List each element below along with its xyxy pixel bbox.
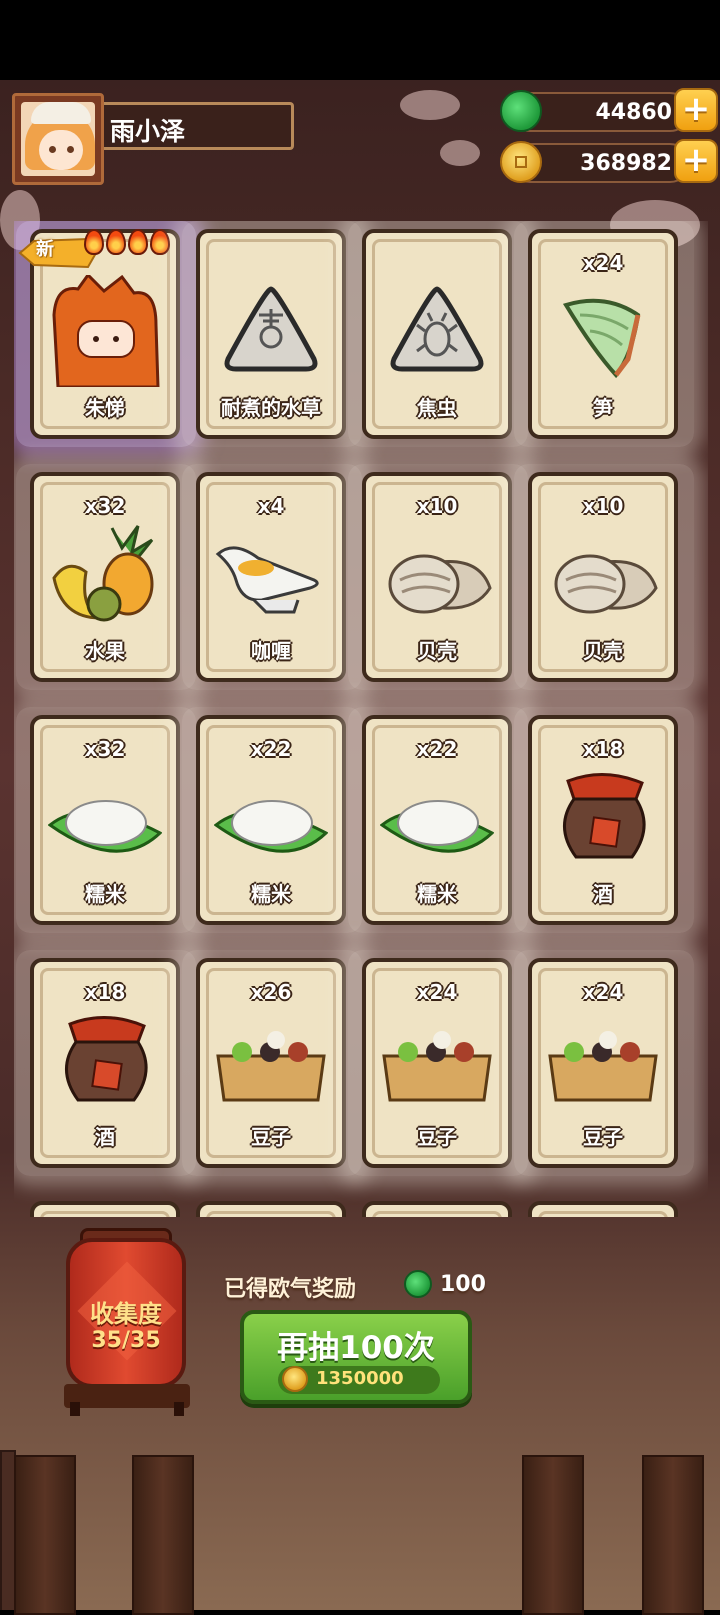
jade-currency: 44860 + bbox=[500, 88, 718, 132]
card-shell[interactable]: x10 贝壳 bbox=[528, 472, 678, 682]
draw-again-button[interactable]: 再抽100次 1350000 bbox=[240, 1310, 472, 1404]
fence-post bbox=[132, 1455, 194, 1615]
locked-bug-icon bbox=[390, 286, 484, 372]
zhuti-character-icon bbox=[52, 275, 160, 387]
card-partial[interactable] bbox=[528, 1201, 678, 1217]
card-beans[interactable]: x24 豆子 bbox=[528, 958, 678, 1168]
flame-icon bbox=[150, 229, 170, 255]
card-waterweed[interactable]: 耐煮的水草 bbox=[196, 229, 346, 439]
card-bug[interactable]: 焦虫 bbox=[362, 229, 512, 439]
jade-icon bbox=[404, 1270, 432, 1298]
card-label: 焦虫 bbox=[417, 396, 457, 420]
curry-icon bbox=[215, 546, 319, 614]
card-grid: 朱悌 新 耐煮的水草 焦虫 x24 笋 x32 水果 x4 咖喱 x10 贝壳 … bbox=[14, 221, 708, 1217]
card-label: 豆子 bbox=[583, 1125, 623, 1149]
add-coin-button[interactable]: + bbox=[674, 139, 718, 183]
card-label: 贝壳 bbox=[583, 639, 623, 663]
card-shell[interactable]: x10 贝壳 bbox=[362, 472, 512, 682]
shell-icon bbox=[388, 554, 492, 614]
card-bamboo-shoot[interactable]: x24 笋 bbox=[528, 229, 678, 439]
lantern-stand bbox=[64, 1384, 190, 1408]
beans-box-icon bbox=[548, 1031, 658, 1102]
wine-jar-icon bbox=[65, 1015, 148, 1102]
card-label: 豆子 bbox=[251, 1125, 291, 1149]
card-wine[interactable]: x18 酒 bbox=[528, 715, 678, 925]
collection-title: 收集度 bbox=[90, 1300, 162, 1328]
reward-value: 100 bbox=[440, 1272, 486, 1297]
card-label: 贝壳 bbox=[417, 639, 457, 663]
card-quantity: x24 bbox=[582, 251, 624, 275]
flame-icon bbox=[128, 229, 148, 255]
beans-box-icon bbox=[382, 1031, 492, 1102]
jade-amount: 44860 bbox=[595, 100, 672, 125]
card-quantity: x32 bbox=[84, 737, 126, 761]
bamboo-shoot-icon bbox=[562, 298, 641, 379]
card-sticky-rice[interactable]: x22 糯米 bbox=[362, 715, 512, 925]
card-partial[interactable] bbox=[30, 1201, 180, 1217]
card-wine[interactable]: x18 酒 bbox=[30, 958, 180, 1168]
card-beans[interactable]: x26 豆子 bbox=[196, 958, 346, 1168]
card-label: 咖喱 bbox=[251, 639, 291, 663]
locked-waterweed-icon bbox=[224, 286, 318, 372]
fence-post bbox=[642, 1455, 704, 1615]
draw-cost: 1350000 bbox=[316, 1368, 404, 1389]
flame-rating bbox=[84, 229, 174, 263]
card-partial[interactable] bbox=[196, 1201, 346, 1217]
flame-icon bbox=[106, 229, 126, 255]
card-quantity: x32 bbox=[84, 494, 126, 518]
card-label: 朱悌 bbox=[85, 396, 125, 420]
card-beans[interactable]: x24 豆子 bbox=[362, 958, 512, 1168]
card-sticky-rice[interactable]: x32 糯米 bbox=[30, 715, 180, 925]
shell-icon bbox=[554, 554, 658, 614]
card-label: 笋 bbox=[593, 396, 613, 420]
collection-count: 35/35 bbox=[91, 1328, 161, 1353]
card-label: 酒 bbox=[593, 882, 613, 906]
card-curry[interactable]: x4 咖喱 bbox=[196, 472, 346, 682]
card-quantity: x4 bbox=[257, 494, 285, 518]
reward-label: 已得欧气奖励 bbox=[224, 1277, 357, 1302]
sticky-rice-icon bbox=[48, 800, 162, 853]
collection-lantern[interactable]: 收集度 35/35 bbox=[66, 1238, 186, 1388]
card-quantity: x10 bbox=[416, 494, 458, 518]
fence-post bbox=[522, 1455, 584, 1615]
card-sticky-rice[interactable]: x22 糯米 bbox=[196, 715, 346, 925]
draw-button-label: 再抽100次 bbox=[277, 1330, 435, 1366]
card-quantity: x18 bbox=[84, 980, 126, 1004]
player-avatar[interactable] bbox=[12, 93, 104, 185]
card-quantity: x18 bbox=[582, 737, 624, 761]
add-jade-button[interactable]: + bbox=[674, 88, 718, 132]
card-quantity: x10 bbox=[582, 494, 624, 518]
coin-currency: 368982 + bbox=[500, 139, 718, 183]
card-label: 酒 bbox=[95, 1125, 115, 1149]
card-quantity: x22 bbox=[416, 737, 458, 761]
wine-jar-icon bbox=[563, 772, 646, 859]
card-partial[interactable] bbox=[362, 1201, 512, 1217]
card-label: 水果 bbox=[85, 639, 125, 663]
coin-icon bbox=[500, 141, 542, 183]
card-quantity: x24 bbox=[582, 980, 624, 1004]
coin-amount: 368982 bbox=[580, 151, 672, 176]
coin-icon bbox=[282, 1366, 308, 1392]
fruit-icon bbox=[52, 525, 154, 622]
card-quantity: x24 bbox=[416, 980, 458, 1004]
flame-icon bbox=[84, 229, 104, 255]
card-fruit[interactable]: x32 水果 bbox=[30, 472, 180, 682]
card-label: 糯米 bbox=[85, 882, 125, 906]
player-name: 雨小泽 bbox=[110, 117, 186, 146]
jade-icon bbox=[500, 90, 542, 132]
card-label: 耐煮的水草 bbox=[221, 396, 321, 420]
card-label: 糯米 bbox=[251, 882, 291, 906]
beans-box-icon bbox=[216, 1031, 326, 1102]
card-label: 糯米 bbox=[417, 882, 457, 906]
card-quantity: x26 bbox=[250, 980, 292, 1004]
player-name-plate: 雨小泽 bbox=[104, 102, 294, 150]
sticky-rice-icon bbox=[380, 800, 494, 853]
sticky-rice-icon bbox=[214, 800, 328, 853]
card-quantity: x22 bbox=[250, 737, 292, 761]
card-label: 豆子 bbox=[417, 1125, 457, 1149]
fence-post bbox=[14, 1455, 76, 1615]
